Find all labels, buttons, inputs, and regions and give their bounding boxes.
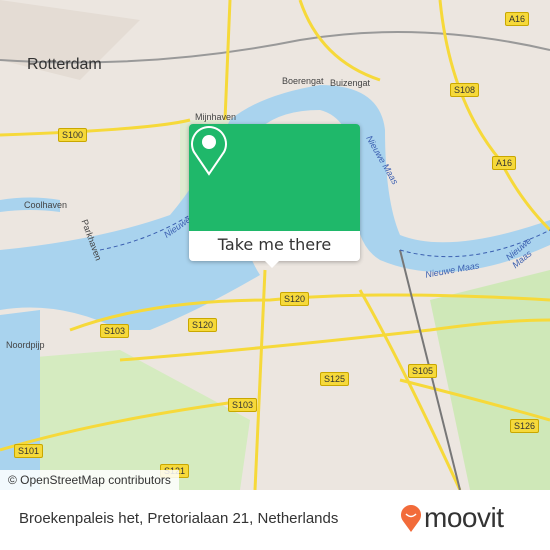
- road-shield: S100: [58, 128, 88, 142]
- take-me-there-button[interactable]: Take me there: [189, 231, 360, 261]
- map-attribution[interactable]: © OpenStreetMap contributors: [0, 470, 179, 490]
- map[interactable]: Rotterdam Boerengat Buizengat Mijnhaven …: [0, 0, 550, 490]
- street-label: Noordpijp: [6, 340, 45, 350]
- city-label: Rotterdam: [27, 56, 102, 73]
- road-shield: A16: [492, 156, 517, 170]
- destination-popup[interactable]: Take me there: [189, 124, 360, 268]
- road-shield: S125: [320, 372, 350, 386]
- street-label: Mijnhaven: [195, 112, 237, 122]
- road-shield: S126: [510, 419, 540, 433]
- address-text: Broekenpaleis het, Pretorialaan 21, Neth…: [19, 510, 339, 527]
- road-shield: S108: [450, 83, 480, 97]
- logo-text: moovit: [424, 502, 504, 533]
- street-label: Boerengat: [282, 76, 324, 86]
- map-pin-icon: [191, 126, 227, 176]
- road-shield: S103: [228, 398, 258, 412]
- street-label: Coolhaven: [24, 200, 68, 210]
- road-shield: S101: [14, 444, 44, 458]
- road-shield: S105: [408, 364, 438, 378]
- popup-pointer: [265, 261, 279, 268]
- moovit-pin-icon: [401, 505, 421, 532]
- road-shield: S103: [100, 324, 130, 338]
- street-label: Buizengat: [330, 78, 371, 88]
- road-shield: S120: [188, 318, 218, 332]
- road-shield: A16: [505, 12, 530, 26]
- footer: Broekenpaleis het, Pretorialaan 21, Neth…: [0, 490, 550, 550]
- moovit-logo: moovit: [400, 502, 504, 534]
- road-shield: S120: [280, 292, 310, 306]
